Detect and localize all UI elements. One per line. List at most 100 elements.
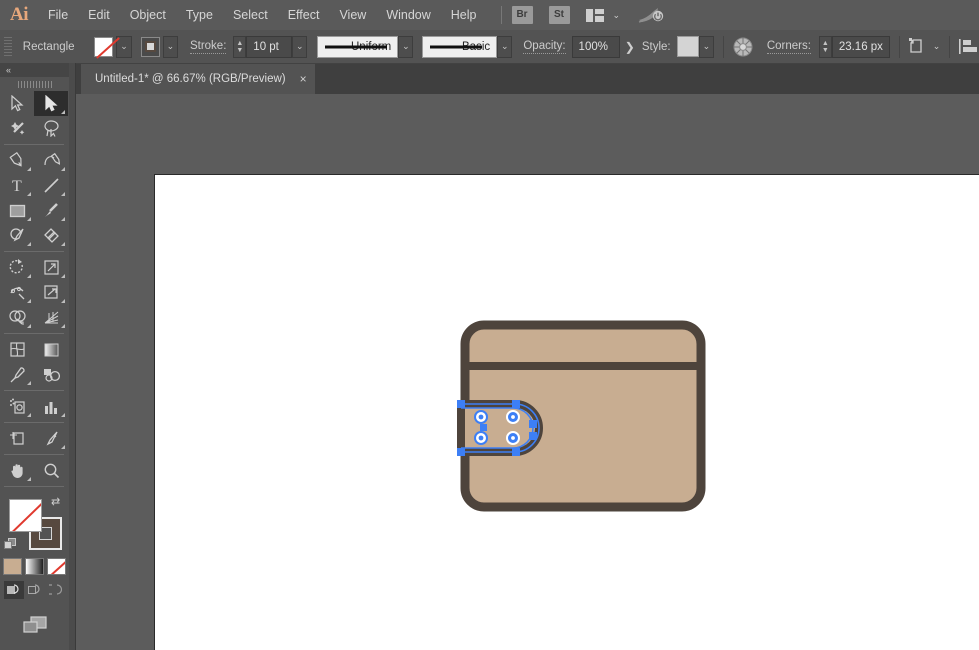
anchor-point-right-top[interactable]	[529, 420, 537, 428]
menu-select[interactable]: Select	[223, 0, 278, 30]
none-button[interactable]	[47, 558, 66, 575]
corners-stepper-up-icon[interactable]: ▲	[822, 40, 829, 47]
free-transform-tool[interactable]	[34, 280, 68, 305]
canvas-area[interactable]	[75, 94, 979, 650]
corners-label[interactable]: Corners:	[767, 40, 811, 54]
document-tab[interactable]: Untitled-1* @ 66.67% (RGB/Preview) ×	[81, 64, 315, 94]
color-button[interactable]	[3, 558, 22, 575]
eraser-tool[interactable]	[34, 223, 68, 248]
transform-icon[interactable]	[909, 38, 926, 55]
stroke-weight-chevron-icon[interactable]: ⌄	[292, 36, 307, 58]
column-graph-tool[interactable]	[34, 394, 68, 419]
live-corner-widget-top-right[interactable]	[507, 411, 519, 423]
draw-behind-button[interactable]	[25, 581, 45, 599]
sync-settings-icon[interactable]	[638, 6, 664, 24]
selection-tool[interactable]	[0, 91, 34, 116]
artboard-tool[interactable]	[0, 426, 34, 451]
change-screen-mode-button[interactable]	[22, 615, 48, 635]
shape-builder-tool[interactable]	[0, 305, 34, 330]
zoom-tool[interactable]	[34, 458, 68, 483]
brush-chevron-icon[interactable]: ⌄	[497, 36, 512, 58]
curvature-tool[interactable]	[34, 148, 68, 173]
scale-tool[interactable]	[34, 255, 68, 280]
menu-help[interactable]: Help	[441, 0, 487, 30]
wallet-pocket-shape[interactable]	[461, 404, 539, 452]
anchor-point-bottom-left[interactable]	[457, 448, 465, 456]
live-corner-widget-bottom-left[interactable]	[475, 432, 487, 444]
menu-object[interactable]: Object	[120, 0, 176, 30]
gradient-button[interactable]	[25, 558, 44, 575]
align-icon[interactable]	[959, 38, 979, 55]
anchor-point-top-right[interactable]	[512, 400, 520, 408]
stroke-color-swatch[interactable]	[141, 37, 160, 57]
menu-window[interactable]: Window	[376, 0, 440, 30]
collapse-panel-icon[interactable]: «	[6, 65, 10, 75]
style-label: Style:	[642, 41, 671, 53]
default-fill-stroke-icon[interactable]	[4, 538, 18, 552]
pen-tool[interactable]	[0, 148, 34, 173]
live-corner-widget-bottom-right[interactable]	[507, 432, 519, 444]
stroke-profile-select[interactable]: Uniform	[317, 36, 398, 58]
stroke-weight-input[interactable]: 10 pt	[246, 36, 292, 58]
menu-edit[interactable]: Edit	[78, 0, 120, 30]
stroke-dropdown-chevron-icon[interactable]: ⌄	[163, 36, 178, 58]
stroke-weight-label[interactable]: Stroke:	[190, 40, 226, 54]
stepper-down-icon[interactable]: ▼	[236, 47, 243, 54]
gradient-tool[interactable]	[34, 337, 68, 362]
width-tool[interactable]	[0, 280, 34, 305]
close-icon[interactable]: ×	[300, 72, 307, 86]
anchor-point-top-left[interactable]	[457, 400, 465, 408]
brush-definition-select[interactable]: Basic	[422, 36, 497, 58]
opacity-label[interactable]: Opacity:	[523, 40, 565, 54]
menu-view[interactable]: View	[329, 0, 376, 30]
control-bar-grip[interactable]	[4, 37, 12, 57]
draw-inside-button[interactable]	[46, 581, 66, 599]
hand-tool[interactable]	[0, 458, 34, 483]
rectangle-tool[interactable]	[0, 198, 34, 223]
stock-button[interactable]: St	[549, 6, 570, 24]
bridge-button[interactable]: Br	[512, 6, 533, 24]
anchor-point-right-bottom[interactable]	[529, 432, 537, 440]
tools-panel-grip[interactable]	[0, 77, 69, 91]
paintbrush-tool[interactable]	[34, 198, 68, 223]
line-segment-tool[interactable]	[34, 173, 68, 198]
opacity-expand-icon[interactable]: ❯	[620, 40, 640, 54]
tools-panel-scrollbar[interactable]	[69, 63, 76, 650]
corners-stepper[interactable]: ▲ ▼	[819, 36, 832, 58]
menu-effect[interactable]: Effect	[278, 0, 330, 30]
swap-fill-stroke-icon[interactable]: ⇄	[51, 496, 65, 510]
perspective-grid-tool[interactable]	[34, 305, 68, 330]
type-tool[interactable]: T	[0, 173, 34, 198]
direct-selection-tool[interactable]	[34, 91, 68, 116]
menu-type[interactable]: Type	[176, 0, 223, 30]
shaper-pencil-tool[interactable]	[0, 223, 34, 248]
arrange-documents-icon[interactable]	[586, 9, 604, 22]
anchor-point-bottom-right[interactable]	[512, 448, 520, 456]
tools-panel-header[interactable]: «	[0, 63, 69, 77]
lasso-tool[interactable]	[34, 116, 68, 141]
opacity-input[interactable]: 100%	[572, 36, 620, 58]
slice-tool[interactable]	[34, 426, 68, 451]
mesh-tool[interactable]	[0, 337, 34, 362]
stroke-profile-chevron-icon[interactable]: ⌄	[398, 36, 413, 58]
stroke-weight-stepper[interactable]: ▲ ▼	[233, 36, 246, 58]
stepper-up-icon[interactable]: ▲	[236, 40, 243, 47]
live-corner-widget-top-left[interactable]	[475, 411, 487, 423]
graphic-style-swatch[interactable]	[677, 36, 699, 57]
corner-radius-input[interactable]: 23.16 px	[832, 36, 890, 58]
magic-wand-tool[interactable]	[0, 116, 34, 141]
arrange-chevron-down-icon[interactable]: ⌄	[613, 10, 621, 21]
fill-color-indicator[interactable]	[9, 499, 42, 532]
menu-file[interactable]: File	[38, 0, 78, 30]
transform-chevron-down-icon[interactable]: ⌄	[933, 41, 941, 52]
fill-color-swatch[interactable]	[94, 37, 113, 57]
style-chevron-icon[interactable]: ⌄	[699, 36, 714, 58]
recolor-artwork-icon[interactable]	[733, 37, 753, 57]
draw-normal-button[interactable]	[4, 581, 24, 599]
rotate-tool[interactable]	[0, 255, 34, 280]
wallet-illustration[interactable]	[75, 94, 979, 650]
blend-tool[interactable]	[34, 362, 68, 387]
eyedropper-tool[interactable]	[0, 362, 34, 387]
corners-stepper-down-icon[interactable]: ▼	[822, 47, 829, 54]
symbol-sprayer-tool[interactable]	[0, 394, 34, 419]
